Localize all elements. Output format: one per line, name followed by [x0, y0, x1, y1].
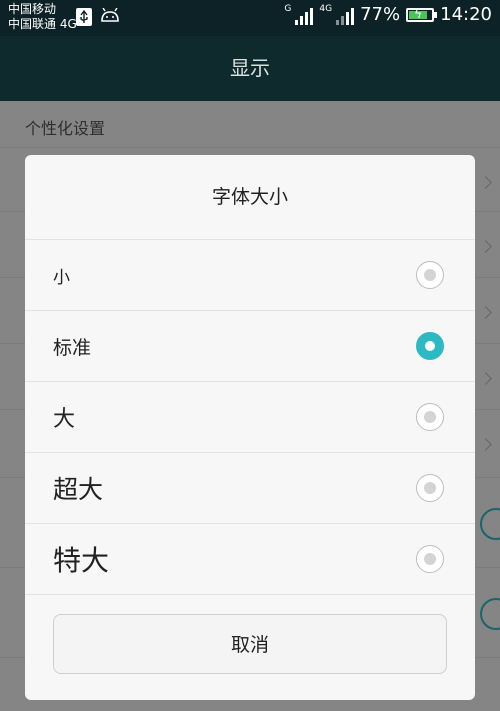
page-title: 显示: [0, 36, 500, 101]
usb-icon: [76, 8, 92, 26]
dialog-title: 字体大小: [25, 155, 475, 240]
radio-icon[interactable]: [416, 261, 444, 289]
net-label-1: G: [284, 4, 292, 14]
radio-icon[interactable]: [416, 403, 444, 431]
font-option-huge[interactable]: 特大: [25, 524, 475, 595]
net-label-2: 4G: [319, 4, 333, 14]
carrier-2: 中国联通 4G: [8, 17, 77, 31]
carrier-info: 中国移动 中国联通 4G: [8, 2, 77, 32]
notification-icons: [76, 8, 120, 26]
battery-charging-icon: ϟ: [406, 7, 438, 22]
option-label: 大: [53, 407, 76, 432]
radio-checked-icon[interactable]: [416, 332, 444, 360]
radio-icon[interactable]: [416, 474, 444, 502]
font-option-standard[interactable]: 标准: [25, 311, 475, 382]
battery-percent: 77%: [360, 4, 401, 25]
font-option-small[interactable]: 小: [25, 240, 475, 311]
android-debug-icon: [101, 8, 119, 22]
cancel-button[interactable]: 取消: [53, 614, 447, 674]
font-option-extra-large[interactable]: 超大: [25, 453, 475, 524]
status-right: G 4G 77% ϟ 14:20: [284, 4, 492, 25]
font-size-dialog: 字体大小 小 标准 大 超大 特大 取消: [25, 155, 475, 700]
status-bar: 中国移动 中国联通 4G G 4G 77% ϟ 14:20: [0, 0, 500, 36]
clock: 14:20: [440, 4, 492, 25]
option-label: 标准: [53, 336, 92, 359]
option-label: 特大: [53, 544, 110, 577]
signal-icon: [295, 5, 314, 25]
option-label: 小: [53, 267, 70, 288]
signal-icon-2: [336, 5, 355, 25]
carrier-1: 中国移动: [8, 2, 57, 16]
font-option-large[interactable]: 大: [25, 382, 475, 453]
radio-icon[interactable]: [416, 545, 444, 573]
option-label: 超大: [53, 475, 104, 504]
